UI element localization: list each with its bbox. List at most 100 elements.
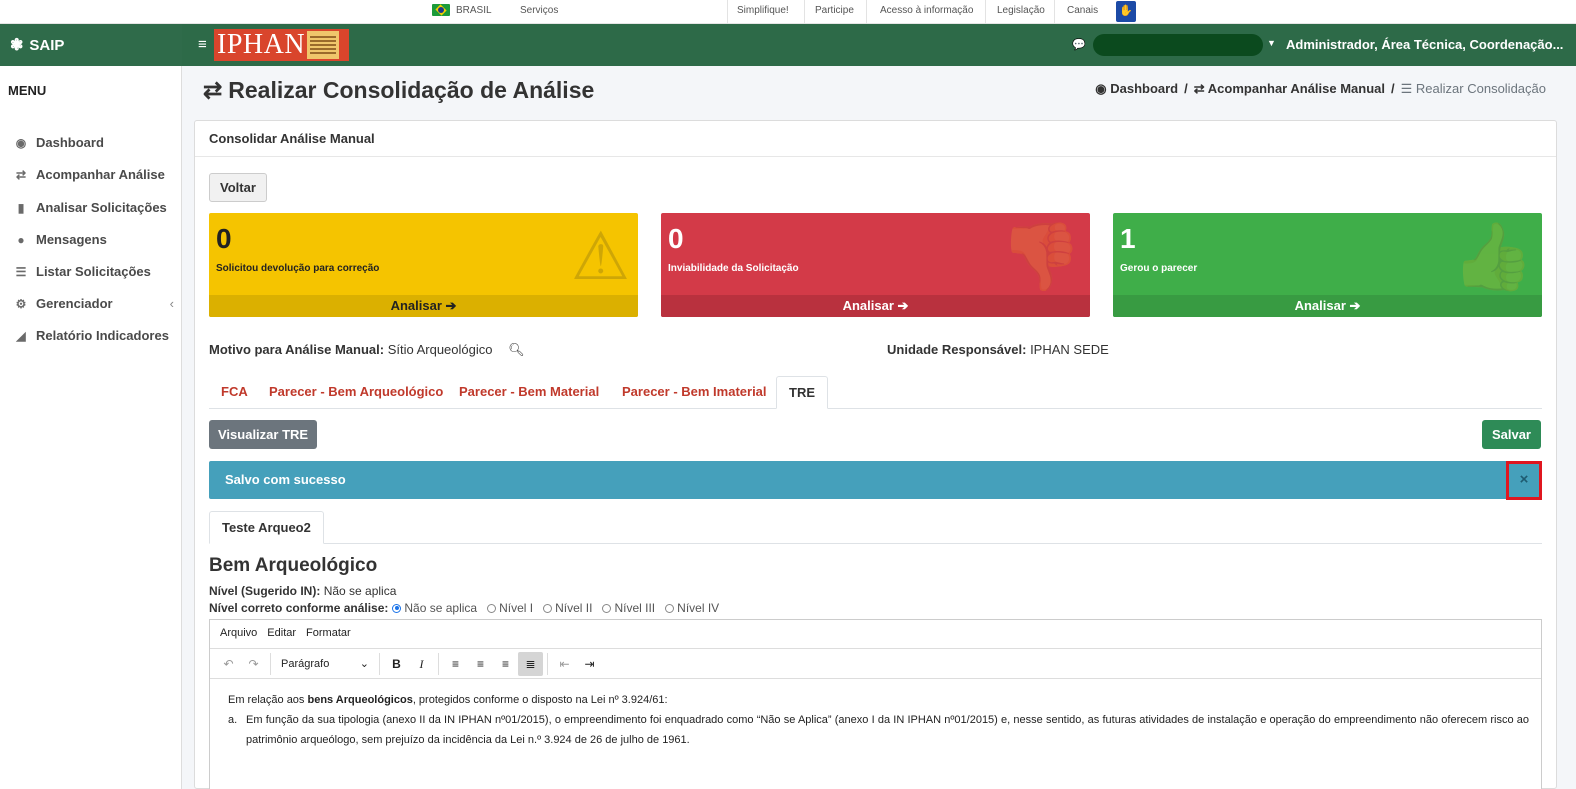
sidebar-item-dashboard[interactable]: ◉ Dashboard (14, 135, 174, 150)
tab-parecer-bem-material[interactable]: Parecer - Bem Material (447, 376, 611, 409)
participe-link[interactable]: Participe (815, 5, 854, 16)
breadcrumb-label: Acompanhar Análise Manual (1207, 81, 1386, 96)
app-brand[interactable]: ❃ SAIP (0, 24, 182, 66)
redo-icon[interactable]: ↷ (241, 652, 266, 676)
paragraph-text: , protegidos conforme o disposto na Lei … (412, 694, 668, 706)
close-icon[interactable]: × (1506, 461, 1542, 500)
editor-paragraph: Em relação aos bens Arqueológicos, prote… (228, 690, 1529, 710)
editor-menubar: Arquivo Editar Formatar (210, 620, 1541, 649)
analisar-label: Analisar (842, 298, 894, 313)
radio-dot (602, 603, 612, 613)
app-name: SAIP (29, 36, 65, 54)
accessibility-hand-icon[interactable]: ✋ (1116, 1, 1136, 22)
alert-text: Salvo com sucesso (225, 472, 346, 487)
nivel-sugerido-label: Nível (Sugerido IN): (209, 584, 321, 598)
nivel-radio-ii[interactable]: Nível II (543, 601, 592, 615)
motivo-row: Motivo para Análise Manual: Sítio Arqueo… (209, 342, 525, 358)
breadcrumb: ◉ Dashboard / ⇄ Acompanhar Análise Manua… (1095, 81, 1546, 97)
analisar-label: Analisar (390, 298, 442, 313)
align-right-icon[interactable]: ≡ (493, 652, 518, 676)
editor-list-item: a. Em função da sua tipologia (anexo II d… (228, 710, 1529, 750)
divider (866, 0, 867, 24)
menu-arquivo[interactable]: Arquivo (220, 627, 257, 641)
back-button[interactable]: Voltar (209, 173, 267, 202)
analysis-tabs: FCA Parecer - Bem Arqueológico Parecer -… (209, 376, 1542, 409)
stat-count: 1 (1120, 223, 1136, 254)
analisar-link[interactable]: Analisar ➔ (209, 295, 638, 317)
analisar-link[interactable]: Analisar ➔ (661, 295, 1090, 317)
align-center-icon[interactable]: ≡ (468, 652, 493, 676)
sidebar-item-acompanhar-analise[interactable]: ⇄ Acompanhar Análise (14, 167, 174, 182)
arrow-circle-right-icon: ➔ (897, 298, 909, 313)
search-icon[interactable]: 🔍︎ (508, 342, 525, 357)
sidebar-item-label: Listar Solicitações (36, 264, 151, 279)
brasil-link[interactable]: BRASIL (432, 4, 492, 16)
user-selector[interactable] (1093, 34, 1263, 56)
iphan-logo[interactable]: IPHAN (214, 29, 349, 61)
align-left-icon[interactable]: ≡ (443, 652, 468, 676)
align-justify-icon[interactable]: ≣ (518, 651, 543, 676)
radio-dot (487, 603, 497, 613)
tab-fca[interactable]: FCA (209, 376, 260, 409)
stat-count: 0 (216, 223, 232, 254)
nivel-correto-label: Nível correto conforme análise: (209, 601, 389, 615)
undo-icon[interactable]: ↶ (216, 652, 241, 676)
tab-parecer-bem-imaterial[interactable]: Parecer - Bem Imaterial (610, 376, 779, 409)
stat-label: Inviabilidade da Solicitação (668, 263, 799, 274)
outdent-icon[interactable]: ⇤ (552, 652, 577, 676)
menu-editar[interactable]: Editar (267, 627, 296, 641)
nivel-radio-iv[interactable]: Nível IV (665, 601, 719, 615)
servicos-link[interactable]: Serviços (520, 5, 558, 16)
user-name[interactable]: Administrador, Área Técnica, Coordenação… (1286, 37, 1563, 52)
list-marker: a. (228, 714, 238, 726)
editor-toolbar: ↶ ↷ Parágrafo ⌄ B I ≡ ≡ ≡ ≣ ⇤ ⇥ (210, 649, 1541, 679)
sidebar-item-analisar-solicitacoes[interactable]: ▮ Analisar Solicitações (14, 200, 174, 215)
legislacao-link[interactable]: Legislação (997, 5, 1045, 16)
radio-dot (543, 603, 553, 613)
canais-link[interactable]: Canais (1067, 5, 1098, 16)
sidebar-item-mensagens[interactable]: ● Mensagens (14, 232, 174, 247)
tab-tre[interactable]: TRE (776, 376, 828, 409)
bold-icon[interactable]: B (384, 652, 409, 676)
motivo-value: Sítio Arqueológico (387, 342, 493, 357)
list-icon: ☰ (15, 264, 27, 279)
tab-teste-arqueo2[interactable]: Teste Arqueo2 (209, 511, 324, 544)
sidebar-item-relatorio-indicadores[interactable]: ◢ Relatório Indicadores (14, 328, 174, 343)
messages-icon[interactable]: 💬 (1072, 38, 1086, 51)
italic-icon[interactable]: I (409, 652, 434, 676)
breadcrumb-acompanhar[interactable]: ⇄ Acompanhar Análise Manual (1194, 81, 1385, 97)
paragraph-text: Em relação aos (228, 694, 308, 706)
acesso-informacao-link[interactable]: Acesso à informação (880, 5, 973, 16)
exchange-icon: ⇄ (15, 167, 27, 182)
motivo-label: Motivo para Análise Manual: (209, 342, 385, 357)
save-button[interactable]: Salvar (1481, 420, 1541, 449)
saip-logo-icon: ❃ (10, 37, 24, 54)
nivel-radio-i[interactable]: Nível I (487, 601, 533, 615)
block-format-select[interactable]: Parágrafo ⌄ (275, 652, 375, 676)
tab-parecer-bem-arqueologico[interactable]: Parecer - Bem Arqueológico (257, 376, 455, 409)
hamburger-menu-icon[interactable]: ≡ (198, 36, 207, 53)
breadcrumb-dashboard[interactable]: ◉ Dashboard (1095, 81, 1178, 97)
chevron-down-icon: ⌄ (359, 658, 369, 670)
nivel-radio-iii[interactable]: Nível III (602, 601, 655, 615)
sidebar-item-gerenciador[interactable]: ⚙ Gerenciador ‹ (14, 296, 174, 311)
gears-icon: ⚙ (15, 296, 27, 311)
divider (985, 0, 986, 24)
caret-down-icon[interactable]: ▼ (1267, 38, 1276, 48)
indent-icon[interactable]: ⇥ (577, 652, 602, 676)
nivel-radio-nao-se-aplica[interactable]: Não se aplica (392, 601, 477, 615)
stat-label: Solicitou devolução para correção (216, 263, 380, 274)
nivel-sugerido-row: Nível (Sugerido IN): Não se aplica (209, 584, 396, 598)
success-alert: Salvo com sucesso × (209, 461, 1542, 500)
menu-formatar[interactable]: Formatar (306, 627, 351, 641)
breadcrumb-current: ☰ Realizar Consolidação (1400, 81, 1546, 96)
simplifique-link[interactable]: Simplifique! (737, 5, 789, 16)
editor-content[interactable]: Em relação aos bens Arqueológicos, prote… (228, 690, 1529, 750)
sidebar-item-listar-solicitacoes[interactable]: ☰ Listar Solicitações (14, 264, 174, 279)
brazil-flag-icon (432, 4, 450, 16)
analisar-link[interactable]: Analisar ➔ (1113, 295, 1542, 317)
area-chart-icon: ◢ (16, 328, 26, 343)
card-header: Consolidar Análise Manual (195, 121, 1556, 157)
radio-label: Não se aplica (404, 601, 478, 615)
visualizar-tre-button[interactable]: Visualizar TRE (209, 420, 318, 449)
